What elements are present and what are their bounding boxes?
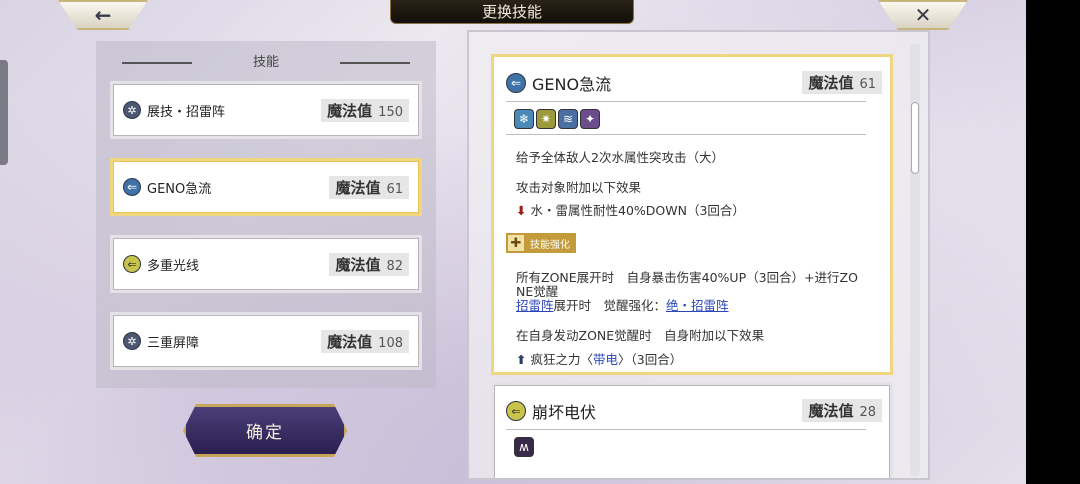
skill-name: 展技・招雷阵 [147,104,226,120]
panel-title: 技能 [252,55,279,70]
decor-line-right [340,62,410,64]
mp-box: 魔法值 61 [329,175,409,199]
detail-header: ⇐ GENO急流 [506,71,611,95]
skill-card-geno[interactable]: ⇐ GENO急流 魔法值 61 [110,158,422,216]
detail-skill-name: 崩坏电伏 [532,403,597,422]
up-arrow-icon: ⬆ [516,352,527,367]
awaken-line: 在自身发动ZONE觉醒时 自身附加以下效果 [516,328,765,343]
mp-label: 魔法值 [808,402,854,420]
debuff-line: ⬇ 水・雷属性耐性40%DOWN（3回合） [516,200,745,219]
close-icon: ✕ [914,3,932,27]
yellow-arrow-icon: ⇐ [123,255,141,273]
zone-mid-text: 展开时 觉醒强化： [553,298,667,313]
jue-zhaoleizhen-link[interactable]: 绝・招雷阵 [666,298,729,313]
claw-icon[interactable]: ʍ [514,437,534,457]
buff-line: ⬆ 疯狂之力〈带电〉（3回合） [516,349,682,368]
mp-box: 魔法值 108 [321,329,409,353]
side-tab[interactable] [0,60,8,165]
divider [506,429,866,430]
skill-card-sanzhongpingzhang[interactable]: ✲ 三重屏障 魔法值 108 [110,312,422,370]
charged-link[interactable]: 带电 [593,352,618,367]
mp-label: 魔法值 [327,101,373,120]
plus-icon: ✚ [508,235,524,251]
mp-value: 82 [386,258,403,274]
skill-name: GENO急流 [147,181,212,197]
attribute-icons: ❄ ✷ ≋ ✦ [514,109,600,129]
effect-intro: 攻击对象附加以下效果 [516,180,642,195]
zone-line-1: 所有ZONE展开时 自身暴击伤害40%UP（3回合）+进行ZO [516,270,858,285]
down-arrow-icon: ⬇ [516,203,527,218]
mp-box: 魔法值 28 [802,399,882,422]
mp-value: 61 [859,77,876,92]
skill-card-duozhongguangxian[interactable]: ⇐ 多重光线 魔法值 82 [110,235,422,293]
divider [506,134,866,135]
mp-value: 150 [378,104,403,120]
blue-arrow-icon: ⇐ [123,178,141,196]
mp-box: 魔法值 150 [321,98,409,122]
skill-description: 给予全体敌人2次水属性突攻击（大） [516,150,724,165]
mp-label: 魔法值 [327,332,373,351]
back-arrow-icon: ← [94,3,112,27]
screen-edge [1026,0,1080,484]
divider [506,101,866,102]
scrollbar-thumb[interactable] [911,102,919,174]
page-title: 更换技能 [390,0,634,24]
mp-label: 魔法值 [335,178,381,197]
mp-label: 魔法值 [808,74,854,92]
multi-hit-icon[interactable]: ≋ [558,109,578,129]
skill-name: 三重屏障 [147,335,200,351]
skill-name: 多重光线 [147,258,200,274]
skill-card-zhaoleizhen[interactable]: ✲ 展技・招雷阵 魔法值 150 [110,81,422,139]
detail-skill-name: GENO急流 [532,75,612,94]
detail-card-bengdianfu[interactable]: ⇐ 崩坏电伏 魔法值 28 ʍ [491,382,893,478]
attribute-icons: ʍ [514,437,534,457]
mp-box: 魔法值 61 [802,71,882,94]
mp-value: 108 [378,335,403,351]
yellow-arrow-icon: ⇐ [506,401,526,421]
blue-arrow-icon: ⇐ [506,73,526,93]
detail-header: ⇐ 崩坏电伏 [506,399,596,423]
mp-value: 28 [859,405,876,420]
detail-card-geno: ⇐ GENO急流 魔法值 61 ❄ ✷ ≋ ✦ 给予全体敌人2次水属性突攻击（大… [491,54,893,375]
special-icon[interactable]: ✦ [580,109,600,129]
water-attribute-icon[interactable]: ❄ [514,109,534,129]
zone-line-3: 招雷阵展开时 觉醒强化：绝・招雷阵 [516,295,729,314]
gear-icon: ✲ [123,332,141,350]
buff-prefix: 疯狂之力〈 [530,352,593,367]
mp-value: 61 [386,181,403,197]
mp-box: 魔法值 82 [329,252,409,276]
enhance-badge-label: 技能强化 [530,239,570,251]
debuff-text: 水・雷属性耐性40%DOWN（3回合） [530,203,745,218]
gear-icon: ✲ [123,101,141,119]
enhance-badge: ✚ 技能强化 [506,233,576,253]
zhaoleizhen-link[interactable]: 招雷阵 [516,298,554,313]
thunder-attribute-icon[interactable]: ✷ [536,109,556,129]
skill-list-panel: 技能 ✲ 展技・招雷阵 魔法值 150 ⇐ GENO急流 魔法值 61 ⇐ 多重… [96,41,436,388]
buff-suffix: 〉（3回合） [618,352,683,367]
mp-label: 魔法值 [335,255,381,274]
skill-detail-panel: ⇐ GENO急流 魔法值 61 ❄ ✷ ≋ ✦ 给予全体敌人2次水属性突攻击（大… [467,30,930,480]
confirm-button[interactable]: 确定 [183,404,347,457]
